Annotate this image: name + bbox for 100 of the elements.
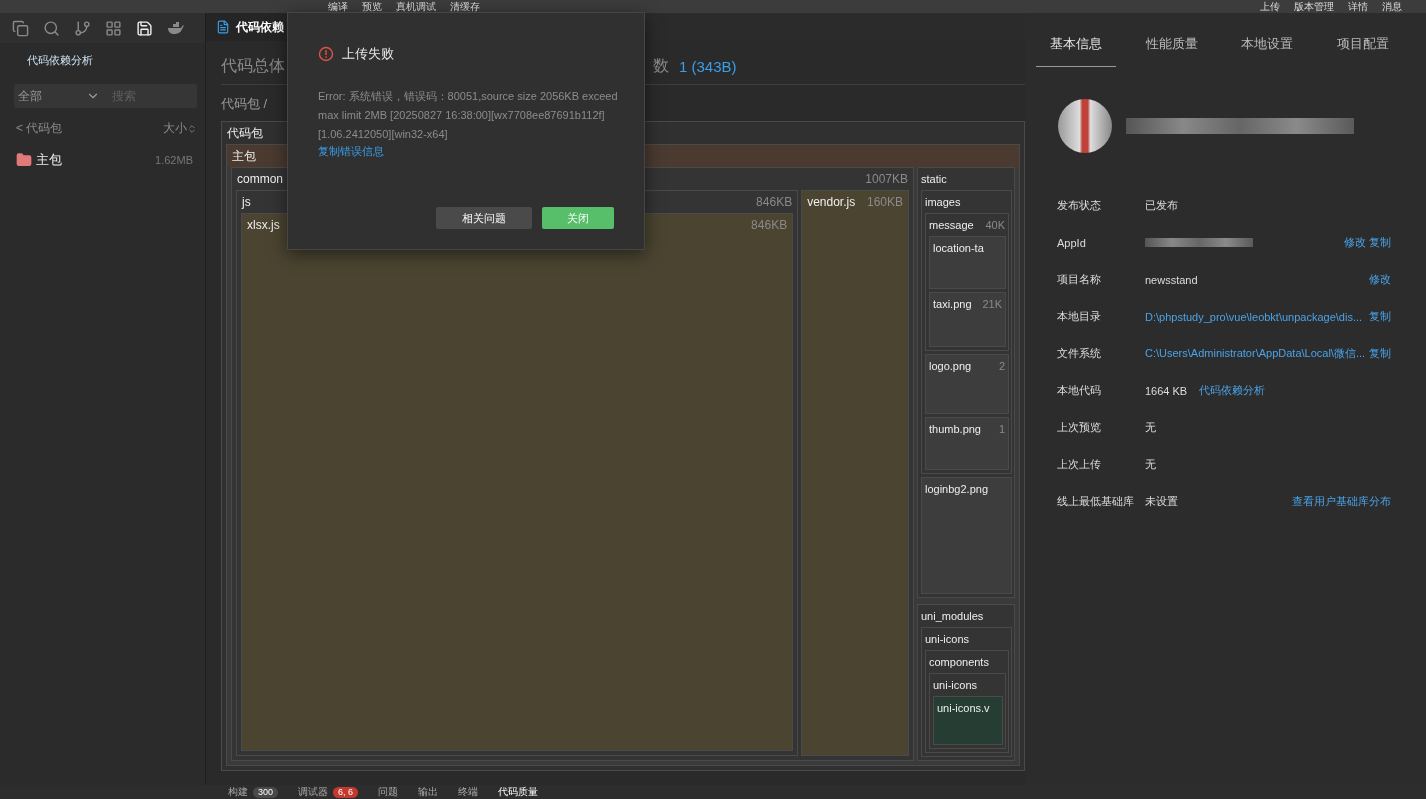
node-name: uni-icons xyxy=(925,633,970,646)
node-size: 1 xyxy=(998,422,1005,435)
panel-tab[interactable]: 性能质量 xyxy=(1131,32,1212,67)
breadcrumb: 代码包 / xyxy=(221,95,268,113)
summary-heading: 代码总体 xyxy=(221,56,285,76)
category-select[interactable]: 全部 xyxy=(14,84,108,108)
node-name: 主包 xyxy=(232,147,256,165)
action-link[interactable]: 复制 xyxy=(1369,309,1391,324)
panel-tab[interactable]: 项目配置 xyxy=(1322,32,1403,67)
action-link[interactable]: 修改 xyxy=(1344,235,1366,250)
path-link[interactable]: D:\phpstudy_pro\vue\leobkt\unpackage\dis... xyxy=(1145,310,1363,323)
dialog-title: 上传失败 xyxy=(342,45,394,63)
treemap-block[interactable]: thumb.png 1 xyxy=(925,416,1009,471)
panel-tab[interactable]: 调试器 6, 6 xyxy=(298,786,359,798)
info-value: 已发布 xyxy=(1145,198,1178,213)
treemap-block[interactable]: message 40K location-ta taxi.png 21K xyxy=(925,213,1009,351)
sort-toggle[interactable]: 大小 xyxy=(163,120,187,137)
node-name: js xyxy=(242,195,251,209)
save-icon[interactable] xyxy=(136,19,153,37)
info-label: 本地代码 xyxy=(1057,383,1102,398)
node-name: components xyxy=(929,656,989,669)
file-count: 1 (343B) xyxy=(679,58,737,75)
analysis-link[interactable]: 代码依赖分析 xyxy=(1199,383,1266,398)
copy-icon[interactable] xyxy=(12,19,29,37)
info-label: 文件系统 xyxy=(1057,346,1102,361)
treemap-block[interactable]: uni-icons.v xyxy=(933,696,1003,745)
node-size: 160KB xyxy=(866,195,903,209)
node-name: xlsx.js xyxy=(247,218,280,232)
toolbar-action[interactable]: 编译 xyxy=(328,0,348,13)
toolbar-action[interactable]: 消息 xyxy=(1382,0,1402,13)
treemap-block[interactable]: uni_modules uni-icons components uni-icons uni-icons.v xyxy=(917,604,1015,761)
branch-icon[interactable] xyxy=(74,19,91,37)
node-name: uni_modules xyxy=(921,610,984,623)
treemap-block[interactable]: images message 40K location-ta taxi.png 21K logo.png 2 thumb.png 1 xyxy=(921,190,1012,475)
panel-tab[interactable]: 基本信息 xyxy=(1036,32,1116,67)
alert-icon xyxy=(318,46,334,62)
treemap-block[interactable]: location-ta xyxy=(929,236,1006,289)
treemap-block[interactable]: static images message 40K location-ta taxi.png 21K logo.png 2 thumb.png 1 loginbg2.png xyxy=(917,167,1015,599)
panel-tab[interactable]: 输出 xyxy=(418,786,439,798)
blocks-icon[interactable] xyxy=(105,19,122,37)
treemap-block[interactable]: components uni-icons uni-icons.v xyxy=(925,650,1009,753)
summary-heading: 数 xyxy=(653,56,669,76)
toolbar-action[interactable]: 上传 xyxy=(1260,0,1280,13)
back-link[interactable]: < 代码包 xyxy=(16,120,63,137)
node-size: 846KB xyxy=(751,218,788,232)
action-link[interactable]: 查看用户基础库分布 xyxy=(1292,494,1391,509)
treemap-block[interactable]: logo.png 2 xyxy=(925,353,1009,414)
info-value: 1664 KB xyxy=(1145,384,1188,397)
toolbar-action[interactable]: 清缓存 xyxy=(450,0,480,13)
sort-icon[interactable] xyxy=(187,123,197,134)
info-value: newsstand xyxy=(1145,273,1198,286)
node-size: 2 xyxy=(998,359,1005,372)
info-label: 上次上传 xyxy=(1057,457,1102,472)
node-name: images xyxy=(925,196,961,208)
copy-error-link[interactable]: 复制错误信息 xyxy=(318,144,384,159)
treemap-block[interactable]: uni-icons components uni-icons uni-icons.v xyxy=(921,627,1012,757)
panel-tab[interactable]: 终端 xyxy=(458,786,479,798)
toolbar-action[interactable]: 真机调试 xyxy=(396,0,436,13)
count-badge: 6, 6 xyxy=(333,786,359,798)
avatar-icon xyxy=(1058,99,1112,153)
treemap-block[interactable]: vendor.js 160KB xyxy=(801,190,909,756)
node-size: 40K xyxy=(985,219,1005,231)
node-name: uni-icons xyxy=(933,679,978,692)
help-button[interactable]: 相关问题 xyxy=(436,207,532,229)
treemap-block[interactable]: uni-icons uni-icons.v xyxy=(929,673,1006,749)
treemap-block[interactable]: taxi.png 21K xyxy=(929,291,1006,347)
action-link[interactable]: 复制 xyxy=(1369,346,1391,361)
node-name: vendor.js xyxy=(807,195,856,209)
panel-tab[interactable]: 本地设置 xyxy=(1227,32,1308,67)
panel-tab[interactable]: 代码质量 xyxy=(498,786,539,798)
folder-icon xyxy=(16,152,32,168)
toolbar-action[interactable]: 版本管理 xyxy=(1294,0,1334,13)
node-size: 846KB xyxy=(756,195,793,209)
sidebar-title: 代码依赖分析 xyxy=(26,53,94,68)
info-label: AppId xyxy=(1057,236,1087,249)
node-name: thumb.png xyxy=(929,422,981,435)
info-label: 项目名称 xyxy=(1057,272,1102,287)
action-link[interactable]: 修改 xyxy=(1369,272,1391,287)
node-name: location-ta xyxy=(933,242,984,254)
info-label: 本地目录 xyxy=(1057,309,1102,324)
error-message: Error: 系统错误，错误码：80051,source size 2056KB exceed max limit 2MB [20250827 16:38:00][wx7708ee87691b112f] [1.06.2412050][win32-x64] xyxy=(318,89,618,142)
path-link[interactable]: C:\Users\Administrator\AppData\Local\微信... xyxy=(1145,346,1366,361)
info-label: 线上最低基础库 xyxy=(1057,494,1135,509)
info-value: 无 xyxy=(1145,457,1156,472)
action-link[interactable]: 复制 xyxy=(1369,235,1391,250)
node-size: 1007KB xyxy=(865,172,908,186)
whale-icon[interactable] xyxy=(167,21,185,35)
node-name: logo.png xyxy=(929,359,972,372)
treemap-block[interactable]: loginbg2.png xyxy=(921,477,1012,595)
panel-tab[interactable]: 问题 xyxy=(378,786,399,798)
toolbar-action[interactable]: 详情 xyxy=(1348,0,1368,13)
info-label: 上次预览 xyxy=(1057,420,1102,435)
node-name: taxi.png xyxy=(933,297,972,310)
info-label: 发布状态 xyxy=(1057,198,1102,213)
package-item[interactable]: 主包 1.62MB xyxy=(0,137,205,169)
node-name: loginbg2.png xyxy=(925,483,988,496)
panel-tab[interactable]: 构建 300 xyxy=(228,786,279,798)
toolbar-action[interactable]: 预览 xyxy=(362,0,382,13)
search-icon[interactable] xyxy=(43,19,60,37)
file-icon xyxy=(216,20,230,34)
